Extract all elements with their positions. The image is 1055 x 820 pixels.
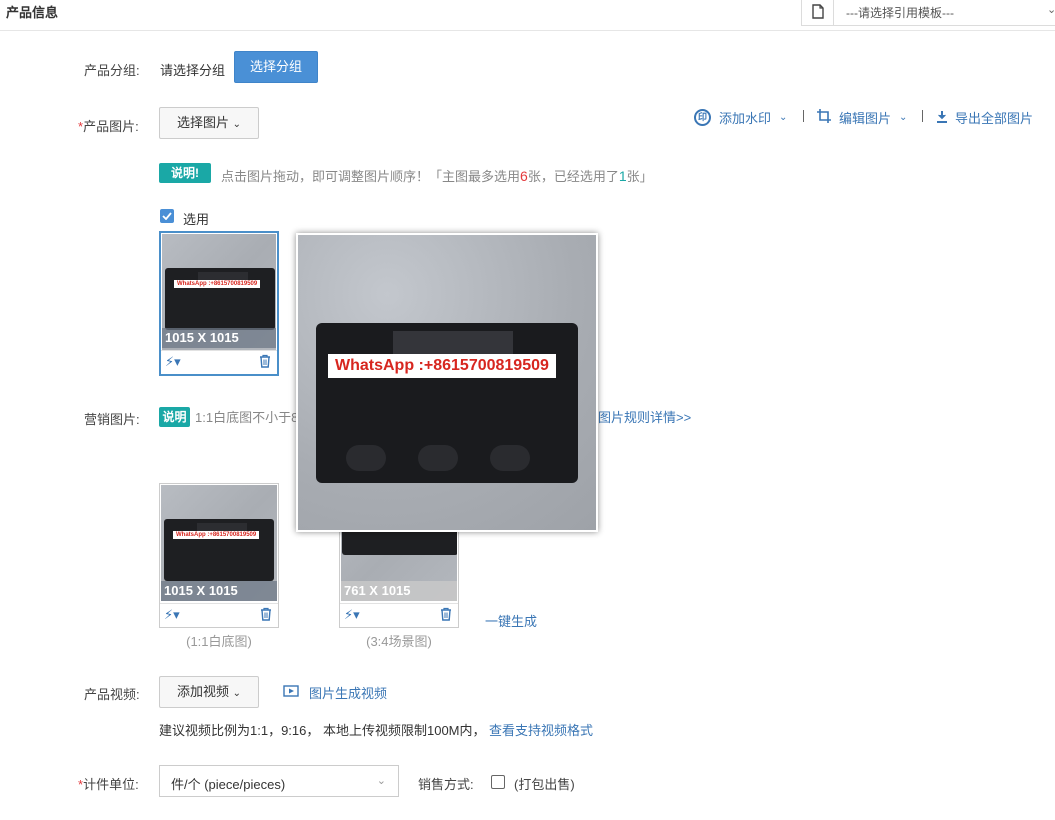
note-badge: 说明! (159, 163, 211, 183)
watermark-tool[interactable]: 印 添加水印 ⌄ (694, 108, 787, 127)
card-toolbar: ⚡▾ (161, 350, 277, 374)
marketing-caption-2: (3:4场景图) (366, 634, 432, 649)
video-formats-link[interactable]: 查看支持视频格式 (489, 720, 593, 739)
image-size: 1015 X 1015 (161, 581, 277, 601)
download-icon (936, 110, 948, 126)
marketing-caption-1: (1:1白底图) (186, 634, 252, 649)
pack-sale-label: (打包出售) (514, 777, 575, 792)
image-size: 761 X 1015 (341, 581, 457, 601)
trash-icon[interactable] (260, 607, 272, 624)
watermark-label: 添加水印 (719, 111, 772, 126)
template-select-value: ---请选择引用模板--- (846, 6, 954, 20)
unit-label-text: 计件单位: (83, 777, 139, 792)
card-toolbar: ⚡▾ (160, 603, 278, 627)
section-header: 产品信息 ---请选择引用模板--- ⌄ (0, 0, 1055, 31)
group-placeholder: 请选择分组 (160, 63, 226, 78)
group-label: 产品分组: (84, 63, 140, 78)
chevron-down-icon: ⌄ (779, 112, 788, 123)
edit-image-label: 编辑图片 (839, 111, 892, 126)
chevron-down-icon: ⌄ (1047, 4, 1055, 16)
watermark-text: WhatsApp :+8615700819509 (173, 531, 260, 539)
chevron-down-icon: ⌄ (899, 112, 908, 123)
image-to-video-link[interactable]: 图片生成视频 (283, 683, 387, 702)
image-size: 1015 X 1015 (162, 328, 276, 348)
template-select[interactable]: ---请选择引用模板--- ⌄ (801, 0, 1055, 26)
hint-suffix: 张」 (626, 169, 653, 184)
main-image-thumbnail: WhatsApp :+8615700819509 1015 X 1015 (162, 234, 276, 350)
select-image-button[interactable]: 选择图片 ⌄ (159, 107, 259, 139)
select-image-label: 选择图片 (176, 115, 229, 130)
unit-select[interactable]: 件/个 (piece/pieces) ⌄ (159, 765, 399, 797)
sale-method-label: 销售方式: (418, 777, 474, 792)
marketing-label: 营销图片: (84, 412, 140, 427)
export-images-tool[interactable]: 导出全部图片 (936, 108, 1033, 127)
section-title: 产品信息 (6, 5, 59, 20)
tool-divider (922, 110, 923, 122)
video-hint: 建议视频比例为1:1，9:16， 本地上传视频限制100M内， (159, 723, 486, 738)
pack-sale-checkbox[interactable] (491, 775, 505, 789)
unit-select-value: 件/个 (piece/pieces) (171, 777, 286, 792)
image-zoom-preview: WhatsApp :+8615700819509 (296, 233, 598, 532)
document-icon (802, 0, 834, 25)
magic-wand-icon[interactable]: ⚡▾ (344, 607, 360, 623)
hint-prefix: 点击图片拖动，即可调整图片顺序！「主图最多选用 (221, 169, 521, 184)
marketing-image-thumbnail: WhatsApp :+8615700819509 1015 X 1015 (161, 485, 277, 601)
marketing-note-badge: 说明 (159, 407, 190, 427)
images-label: *产品图片: (78, 116, 139, 135)
select-group-button[interactable]: 选择分组 (234, 51, 318, 83)
hint-count: 1 (618, 168, 627, 184)
add-video-label: 添加视频 (176, 684, 229, 699)
chevron-down-icon: ⌄ (232, 688, 242, 699)
chevron-down-icon: ⌄ (232, 119, 242, 130)
one-click-generate-link[interactable]: 一键生成 (485, 611, 537, 630)
main-image-card[interactable]: WhatsApp :+8615700819509 1015 X 1015 ⚡▾ (159, 231, 279, 376)
image-rules-link[interactable]: 图片规则详情>> (598, 407, 691, 426)
marketing-image-card-1[interactable]: WhatsApp :+8615700819509 1015 X 1015 ⚡▾ (159, 483, 279, 628)
image-to-video-label: 图片生成视频 (309, 686, 388, 701)
export-images-label: 导出全部图片 (955, 111, 1034, 126)
unit-label: *计件单位: (78, 774, 139, 793)
watermark-icon: 印 (694, 109, 711, 126)
image-order-hint: 点击图片拖动，即可调整图片顺序！「主图最多选用6张，已经选用了1张」 (221, 166, 653, 185)
hint-max: 6 (520, 168, 528, 184)
use-checkbox-label: 选用 (183, 212, 210, 227)
use-checkbox[interactable] (160, 209, 174, 223)
check-icon (162, 212, 172, 220)
marketing-note: 1:1白底图不小于8 (195, 410, 299, 425)
crop-icon (816, 108, 832, 127)
add-video-button[interactable]: 添加视频 ⌄ (159, 676, 259, 708)
preview-watermark-text: WhatsApp :+8615700819509 (328, 354, 556, 378)
tool-divider (803, 110, 804, 122)
images-label-text: 产品图片: (83, 119, 139, 134)
trash-icon[interactable] (440, 607, 452, 624)
magic-wand-icon[interactable]: ⚡▾ (165, 354, 181, 370)
chevron-down-icon: ⌄ (376, 775, 386, 787)
watermark-text: WhatsApp :+8615700819509 (174, 280, 261, 288)
hint-mid: 张，已经选用了 (527, 169, 619, 184)
trash-icon[interactable] (259, 354, 271, 371)
video-icon (283, 685, 299, 700)
edit-image-tool[interactable]: 编辑图片 ⌄ (816, 108, 907, 127)
card-toolbar: ⚡▾ (340, 603, 458, 627)
video-label: 产品视频: (84, 687, 140, 702)
magic-wand-icon[interactable]: ⚡▾ (164, 607, 180, 623)
